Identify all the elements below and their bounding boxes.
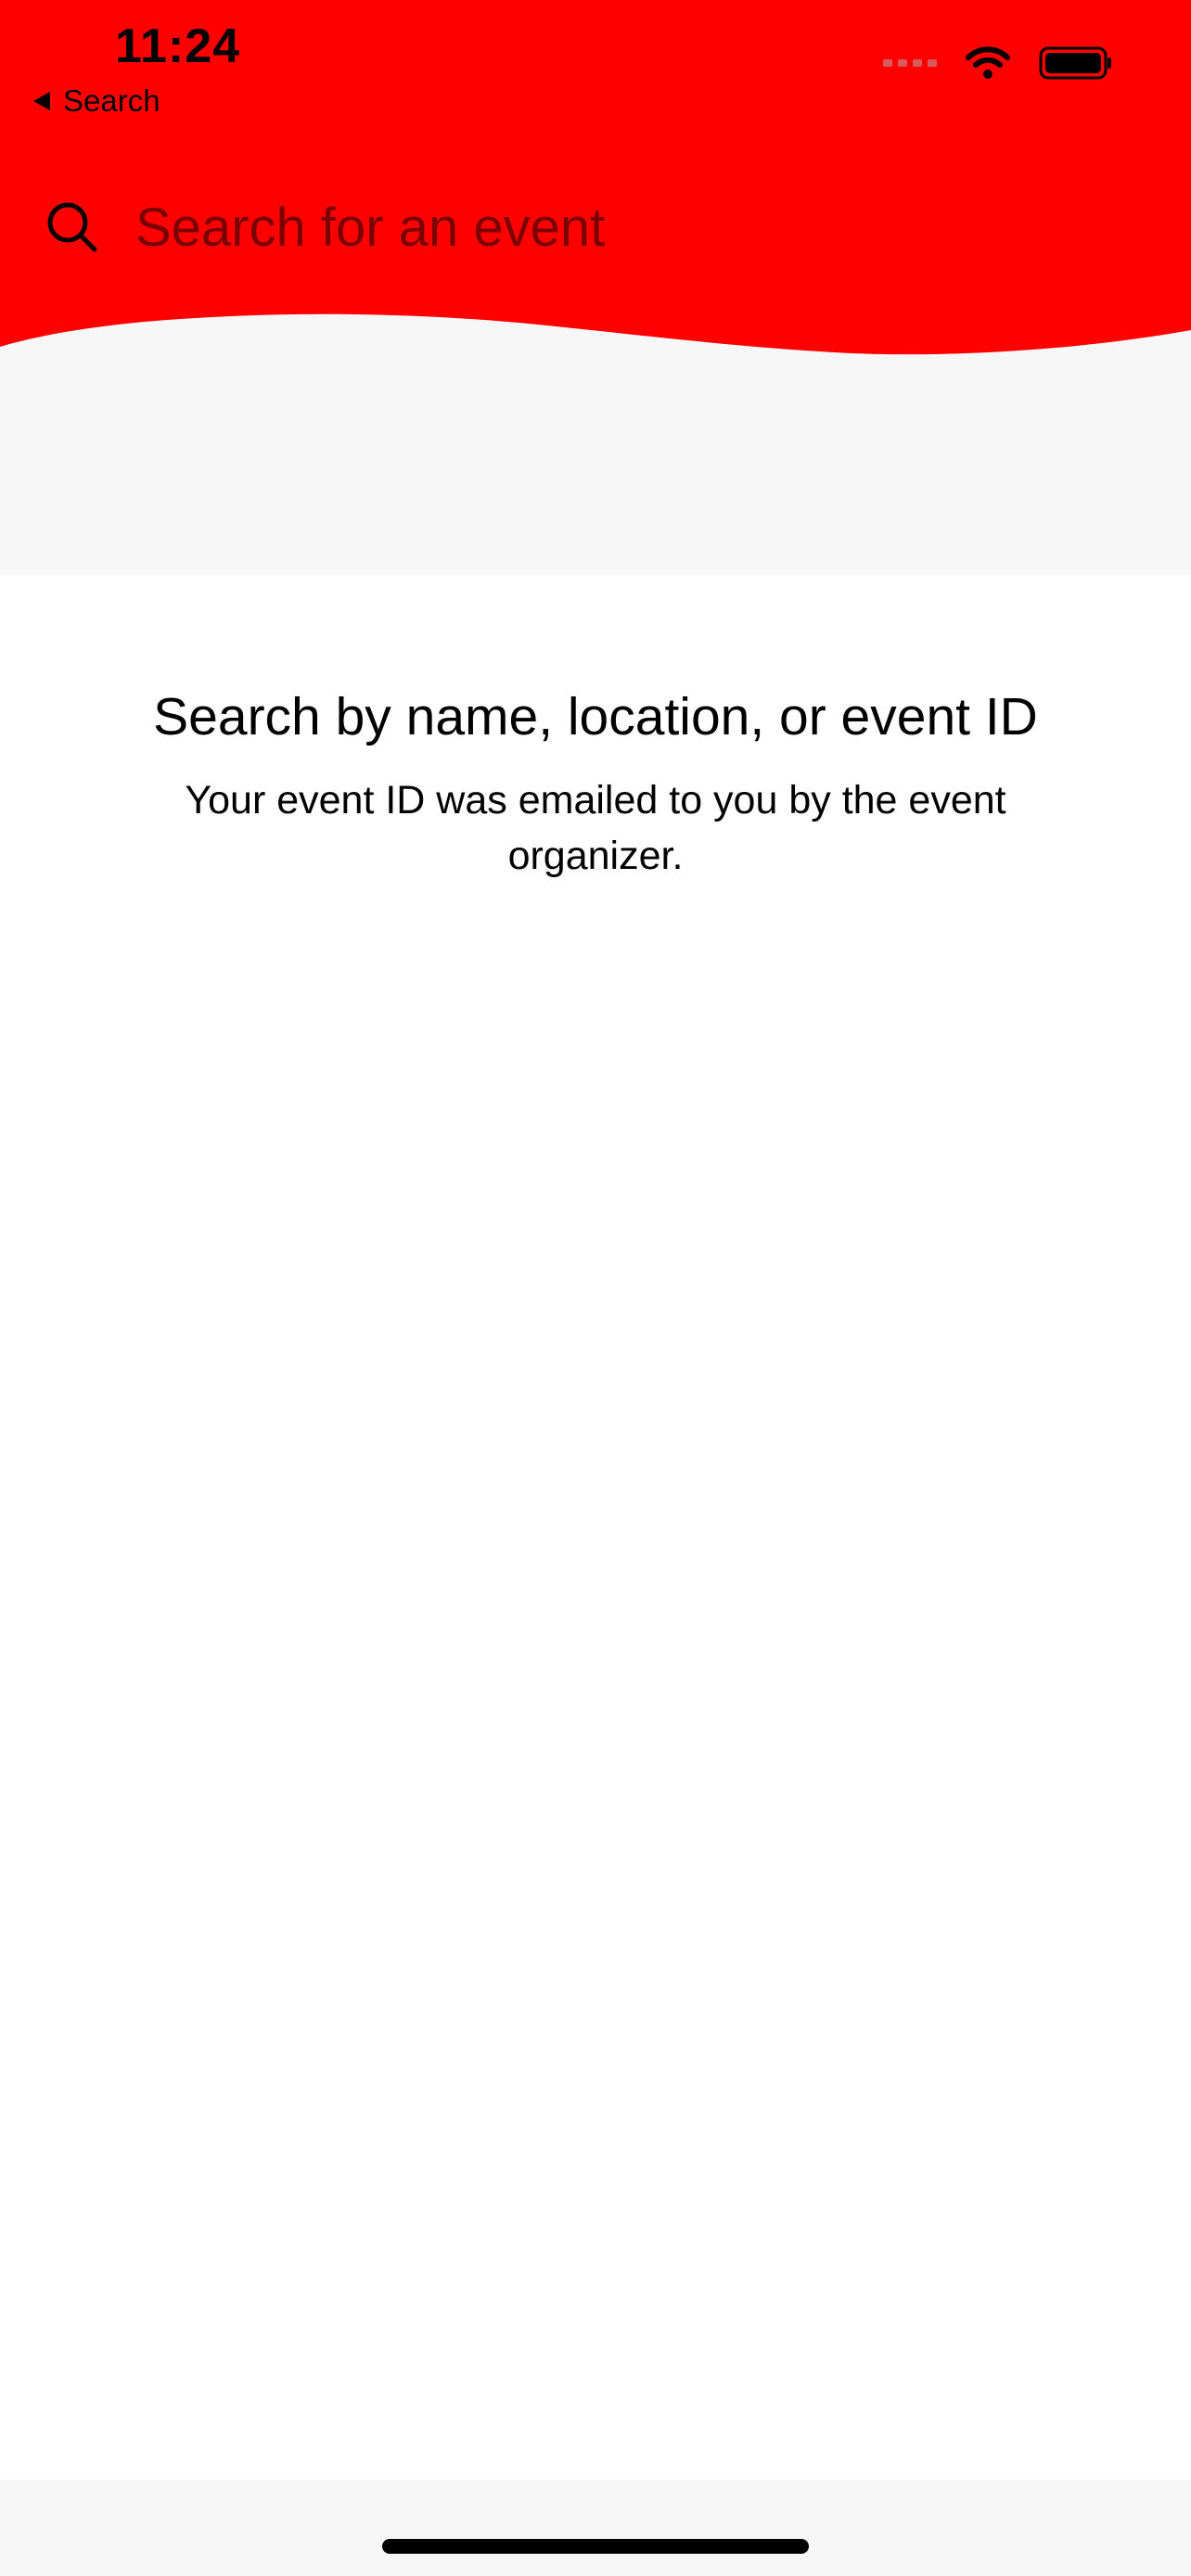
wifi-icon <box>966 46 1010 79</box>
back-arrow-icon <box>33 92 50 110</box>
empty-state: Search by name, location, or event ID Yo… <box>130 682 1061 884</box>
header: 11:24 Search <box>0 0 1191 371</box>
search-input[interactable] <box>135 196 1063 259</box>
battery-icon <box>1039 46 1111 80</box>
status-icons <box>883 45 1113 82</box>
back-to-search-link[interactable]: Search <box>33 83 160 119</box>
back-link-label: Search <box>63 83 160 118</box>
empty-state-title: Search by name, location, or event ID <box>153 687 1038 746</box>
search-icon[interactable] <box>46 201 98 253</box>
spacer-band <box>0 371 1191 575</box>
empty-state-subtitle: Your event ID was emailed to you by the … <box>185 778 1006 878</box>
cellular-signal-icon <box>883 59 937 67</box>
home-indicator[interactable] <box>382 2539 809 2554</box>
status-time: 11:24 <box>115 19 241 73</box>
bottom-bar <box>0 2480 1191 2576</box>
search-bar[interactable] <box>46 185 1145 269</box>
